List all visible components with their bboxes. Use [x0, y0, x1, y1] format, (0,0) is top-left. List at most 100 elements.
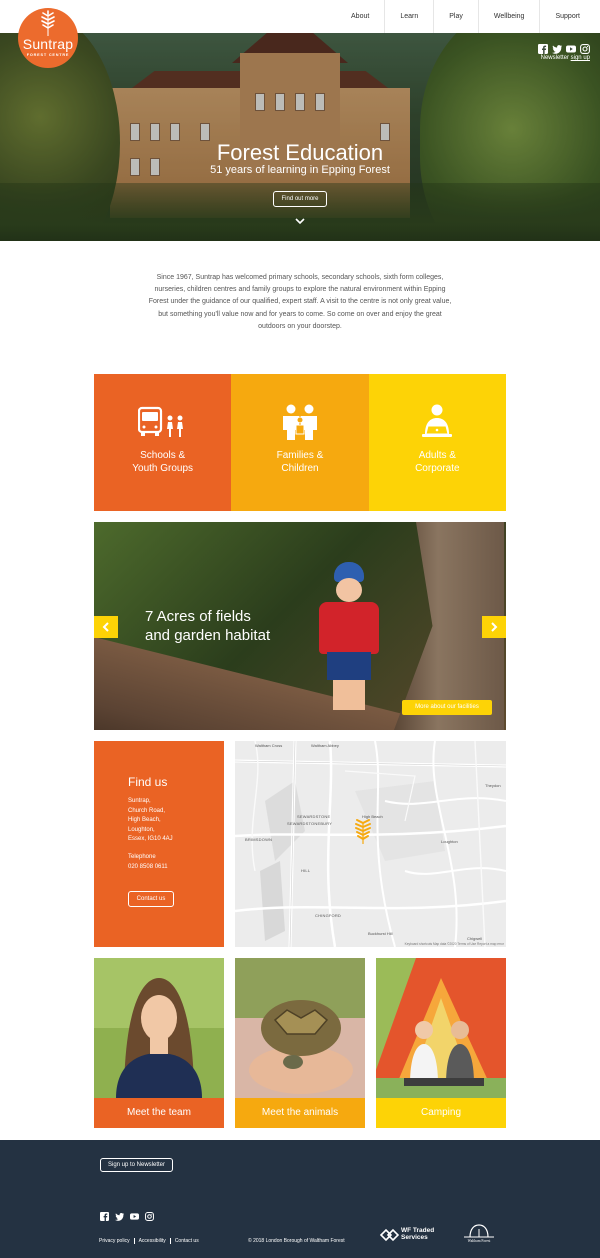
wf-logo-line2: Services [401, 1234, 428, 1241]
map-label: Loughton [441, 839, 458, 844]
slide-image-detail [336, 578, 362, 602]
nav-support[interactable]: Support [539, 0, 600, 33]
nav-play[interactable]: Play [433, 0, 478, 33]
slider-next-button[interactable] [482, 616, 506, 638]
tree-icon [464, 1224, 494, 1238]
card-meet-the-team-label: Meet the team [94, 1098, 224, 1128]
address-line: Church Road, [128, 807, 166, 814]
social-links-footer [100, 1212, 154, 1221]
chevron-right-icon [491, 622, 498, 632]
newsletter-signup-button[interactable]: Sign up to Newsletter [100, 1158, 173, 1172]
slide-caption-line2: and garden habitat [145, 627, 271, 644]
map-label: BRIMSDOWN [245, 837, 273, 842]
slide-caption: 7 Acres of fields and garden habitat [145, 607, 270, 645]
wf-traded-services-logo[interactable]: WF Traded Services [380, 1224, 442, 1246]
map-label: Chigwell [467, 936, 483, 941]
contact-us-button[interactable]: Contact us [128, 891, 174, 907]
find-us-title: Find us [128, 775, 168, 789]
address-line: Loughton, [128, 826, 155, 833]
newsletter-signup-top: Newsletter sign up [541, 55, 590, 61]
card-camping[interactable]: Camping [376, 958, 506, 1128]
youtube-icon[interactable] [130, 1212, 139, 1221]
facebook-icon[interactable] [538, 44, 548, 54]
nav-about[interactable]: About [336, 0, 384, 33]
footer-links: Privacy policy Accessibility Contact us [99, 1238, 203, 1244]
map-label: Buckhurst Hill [368, 931, 393, 936]
hero-tagline: 51 years of learning in Epping Forest [210, 164, 390, 176]
tile-adults-label: Adults & Corporate [369, 449, 506, 475]
more-about-facilities-button[interactable]: More about our facilities [402, 700, 492, 715]
slide-caption-line1: 7 Acres of fields [145, 608, 251, 625]
telephone-label: Telephone [128, 854, 156, 860]
newsletter-label: Newsletter [540, 55, 569, 61]
accessibility-link[interactable]: Accessibility [133, 1238, 170, 1244]
card-meet-the-team[interactable]: Meet the team [94, 958, 224, 1128]
map-label: SEWARDSTONE [297, 814, 331, 819]
tile-adults[interactable]: Adults & Corporate [368, 374, 506, 511]
adult-laptop-icon [422, 404, 453, 437]
chevron-left-icon [102, 622, 109, 632]
map-label: Waltham Cross [255, 743, 283, 748]
twitter-icon[interactable] [552, 44, 562, 54]
find-out-more-button[interactable]: Find out more [273, 191, 327, 207]
card-meet-the-animals[interactable]: Meet the animals [235, 958, 365, 1128]
intro-text: Since 1967, Suntrap has welcomed primary… [148, 274, 452, 330]
tile-schools-label: Schools & Youth Groups [94, 449, 231, 475]
map-roads [235, 741, 506, 947]
site-logo[interactable]: Suntrap FOREST CENTRE [18, 8, 78, 68]
youtube-icon[interactable] [566, 44, 576, 54]
audience-tiles: Schools & Youth Groups Families & Childr… [94, 374, 506, 511]
tile-families-label: Families & Children [231, 449, 368, 475]
feature-cards: Meet the team Meet the animals Camping [94, 958, 506, 1128]
map-label: SEWARDSTONEBURY [287, 821, 333, 826]
wf-logo-line1: WF Traded [401, 1227, 435, 1234]
logo-subtitle: FOREST CENTRE [26, 53, 70, 57]
slide-image-detail [333, 680, 365, 710]
family-icon [282, 404, 317, 440]
address-line: High Beach, [128, 817, 161, 823]
location-map[interactable]: Waltham Cross Waltham Abbey Theydon SEWA… [235, 741, 506, 947]
tile-schools-line1: Schools & [140, 450, 186, 461]
hero-overlay [0, 33, 600, 241]
address: Suntrap, Church Road, High Beach, Lought… [128, 797, 173, 845]
facebook-icon[interactable] [100, 1212, 109, 1221]
telephone-number[interactable]: 020 8508 0611 [128, 864, 168, 870]
card-meet-the-animals-label: Meet the animals [235, 1098, 365, 1128]
copyright: © 2018 London Borough of Waltham Forest [248, 1238, 345, 1244]
tile-adults-line1: Adults & [418, 450, 456, 461]
facilities-slider: 7 Acres of fields and garden habitat Mor… [94, 522, 506, 730]
tile-families[interactable]: Families & Children [231, 374, 369, 511]
leaf-icon [41, 10, 55, 36]
tile-families-line2: Children [281, 463, 319, 474]
wf-logo-icon [380, 1228, 400, 1242]
chevron-down-icon[interactable] [294, 216, 306, 226]
slider-prev-button[interactable] [94, 616, 118, 638]
hero-title: Forest Education [216, 140, 384, 165]
location-pin-icon[interactable] [354, 816, 372, 844]
social-links-top [538, 44, 590, 54]
map-attribution: Keyboard shortcuts Map data ©2020 Terms … [404, 942, 504, 946]
instagram-icon[interactable] [580, 44, 590, 54]
logo-name: Suntrap [22, 36, 74, 52]
top-bar: About Learn Play Wellbeing Support [0, 0, 600, 33]
map-label: HILL [301, 868, 311, 873]
twitter-icon[interactable] [115, 1212, 124, 1221]
camping-photo [376, 958, 506, 1098]
address-line: Essex, IG10 4AJ [128, 836, 173, 842]
tortoise-photo [235, 958, 365, 1098]
nav-learn[interactable]: Learn [384, 0, 433, 33]
contact-us-link[interactable]: Contact us [169, 1238, 203, 1244]
newsletter-signup-link[interactable]: sign up [571, 55, 590, 61]
privacy-policy-link[interactable]: Privacy policy [99, 1238, 134, 1244]
slide-image-detail [327, 652, 371, 680]
map-label: Theydon [485, 783, 501, 788]
find-us-panel: Find us Suntrap, Church Road, High Beach… [94, 741, 224, 947]
waltham-forest-logo[interactable]: Waltham Forest [460, 1223, 498, 1247]
instagram-icon[interactable] [145, 1212, 154, 1221]
school-bus-icon [137, 406, 183, 437]
slide-image-child [309, 562, 389, 712]
nav-wellbeing[interactable]: Wellbeing [477, 0, 540, 33]
tile-schools[interactable]: Schools & Youth Groups [94, 374, 232, 511]
slide-image-detail [319, 602, 379, 654]
tile-adults-line2: Corporate [415, 463, 460, 474]
